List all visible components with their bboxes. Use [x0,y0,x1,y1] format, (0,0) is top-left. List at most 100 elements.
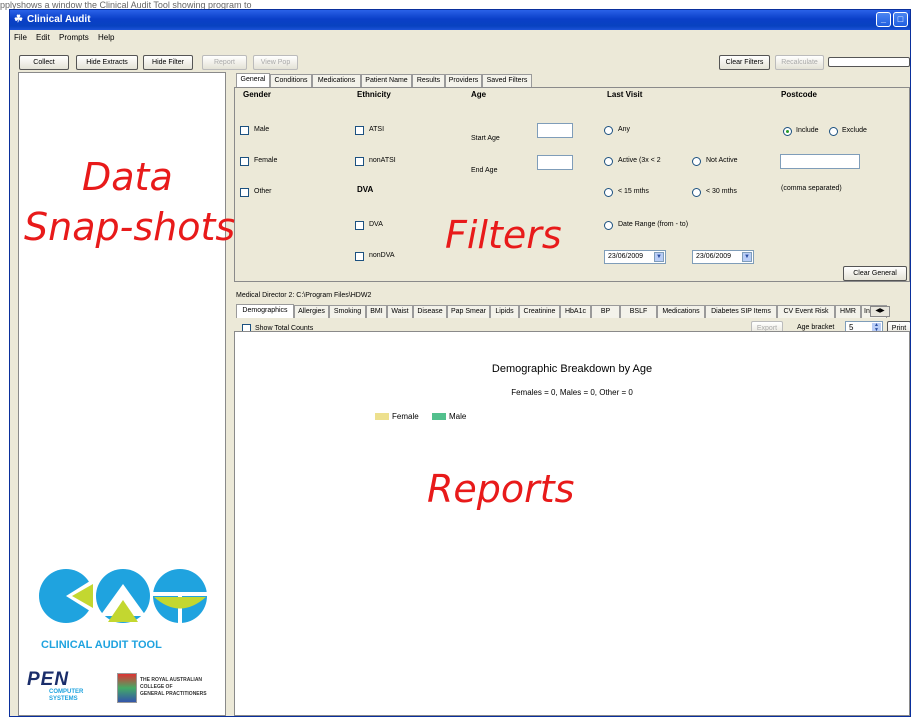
filters-panel: Gender Ethnicity Age Last Visit Postcode… [234,87,910,282]
report-button[interactable]: Report [202,55,247,70]
source-path: Medical Director 2: C:\Program Files\HDW… [236,292,372,299]
report-tabs: Demographics Allergies Smoking BMI Waist… [236,304,910,318]
end-age-input[interactable] [537,155,573,170]
start-age-input[interactable] [537,123,573,138]
clinical-audit-logo [39,569,208,624]
lt30-label: < 30 mths [706,188,737,195]
atsi-checkbox[interactable] [355,126,364,135]
tab-general[interactable]: General [236,73,270,87]
to-date-value: 23/06/2009 [696,253,732,260]
from-date-picker[interactable]: 23/06/2009 ▼ [604,250,666,264]
chart-subtitle: Females = 0, Males = 0, Other = 0 [511,388,633,397]
clear-filters-button[interactable]: Clear Filters [719,55,770,70]
male-label: Male [254,126,270,133]
tab-results[interactable]: Results [412,74,445,87]
tab-bp[interactable]: BP [591,305,620,318]
pen-subtext-1: COMPUTER [49,689,84,695]
window-title: Clinical Audit [27,14,91,25]
tab-allergies[interactable]: Allergies [294,305,329,318]
lt15-radio[interactable] [604,188,613,197]
maximize-button[interactable]: □ [893,12,908,27]
age-bracket-label: Age bracket [797,324,835,331]
menu-edit[interactable]: Edit [36,33,50,42]
tab-patient-name[interactable]: Patient Name [361,74,412,87]
recalculate-button[interactable]: Recalculate [775,55,824,70]
tab-hba1c[interactable]: HbA1c [560,305,591,318]
not-active-radio[interactable] [692,157,701,166]
tab-lipids[interactable]: Lipids [490,305,519,318]
racgp-text: The Royal Australian College of General … [140,677,207,698]
end-age-label: End Age [471,167,498,174]
female-checkbox[interactable] [240,157,249,166]
exclude-radio[interactable] [829,127,838,136]
ethnicity-header: Ethnicity [357,90,391,99]
tab-diabetes-sip-items[interactable]: Diabetes SIP Items [705,305,777,318]
menu-help[interactable]: Help [98,33,114,42]
to-date-picker[interactable]: 23/06/2009 ▼ [692,250,754,264]
tab-waist[interactable]: Waist [387,305,413,318]
tab-smoking[interactable]: Smoking [329,305,366,318]
racgp-crest-icon [117,673,137,703]
postcode-header: Postcode [781,90,818,99]
date-range-label: Date Range (from - to) [618,221,689,228]
postcode-note: (comma separated) [781,185,842,192]
hide-extracts-button[interactable]: Hide Extracts [76,55,138,70]
other-label: Other [254,188,272,195]
postcode-input[interactable] [780,154,860,169]
tab-demographics[interactable]: Demographics [236,304,294,318]
nondva-checkbox[interactable] [355,252,364,261]
include-radio[interactable] [783,127,792,136]
pen-subtext-2: SYSTEMS [49,696,78,702]
legend-male-label: Male [449,412,467,421]
exclude-label: Exclude [842,127,867,134]
app-icon: ☘ [14,14,23,25]
last-visit-header: Last Visit [607,90,643,99]
active-label: Active (3x < 2 [618,157,661,164]
menu-file[interactable]: File [14,33,27,42]
minimize-button[interactable]: _ [876,12,891,27]
tab-pap-smear[interactable]: Pap Smear [447,305,490,318]
date-range-radio[interactable] [604,221,613,230]
male-checkbox[interactable] [240,126,249,135]
tab-saved-filters[interactable]: Saved Filters [482,74,532,87]
tab-scroll-arrows[interactable]: ◀▶ [870,306,890,317]
other-checkbox[interactable] [240,188,249,197]
any-radio[interactable] [604,126,613,135]
collect-button[interactable]: Collect [19,55,69,70]
nonatsi-label: nonATSI [369,157,396,164]
clear-general-button[interactable]: Clear General [843,266,907,281]
overlay-data-label: Data [82,155,173,199]
hide-filter-button[interactable]: Hide Filter [143,55,193,70]
tab-hmr[interactable]: HMR [835,305,861,318]
overlay-snapshots-label: Snap-shots [24,205,236,249]
tab-bslf[interactable]: BSLF [620,305,657,318]
not-active-label: Not Active [706,157,738,164]
tab-creatinine[interactable]: Creatinine [519,305,560,318]
tab-medications-report[interactable]: Medications [657,305,705,318]
menu-bar: File Edit Prompts Help [10,30,910,46]
pen-logo: PEN COMPUTER SYSTEMS [27,669,101,705]
tab-cv-event-risk[interactable]: CV Event Risk [777,305,835,318]
tab-conditions[interactable]: Conditions [270,74,312,87]
lt30-radio[interactable] [692,188,701,197]
dva-header: DVA [357,185,374,194]
tab-providers[interactable]: Providers [445,74,482,87]
app-window: ☘ Clinical Audit _ □ File Edit Prompts H… [9,9,911,717]
any-label: Any [618,126,631,133]
dva-checkbox[interactable] [355,221,364,230]
racgp-line-3: General Practitioners [140,691,207,697]
tab-disease[interactable]: Disease [413,305,447,318]
include-label: Include [796,127,819,134]
female-label: Female [254,157,278,164]
logo-text: CLINICAL AUDIT TOOL [41,639,162,651]
active-radio[interactable] [604,157,613,166]
tab-medications[interactable]: Medications [312,74,361,87]
menu-prompts[interactable]: Prompts [59,33,89,42]
tab-bmi[interactable]: BMI [366,305,387,318]
title-bar: ☘ Clinical Audit _ □ [10,10,910,30]
nonatsi-checkbox[interactable] [355,157,364,166]
view-pop-button[interactable]: View Pop [253,55,298,70]
chart-title: Demographic Breakdown by Age [491,363,653,375]
age-header: Age [471,90,487,99]
legend-male-swatch [432,413,446,420]
